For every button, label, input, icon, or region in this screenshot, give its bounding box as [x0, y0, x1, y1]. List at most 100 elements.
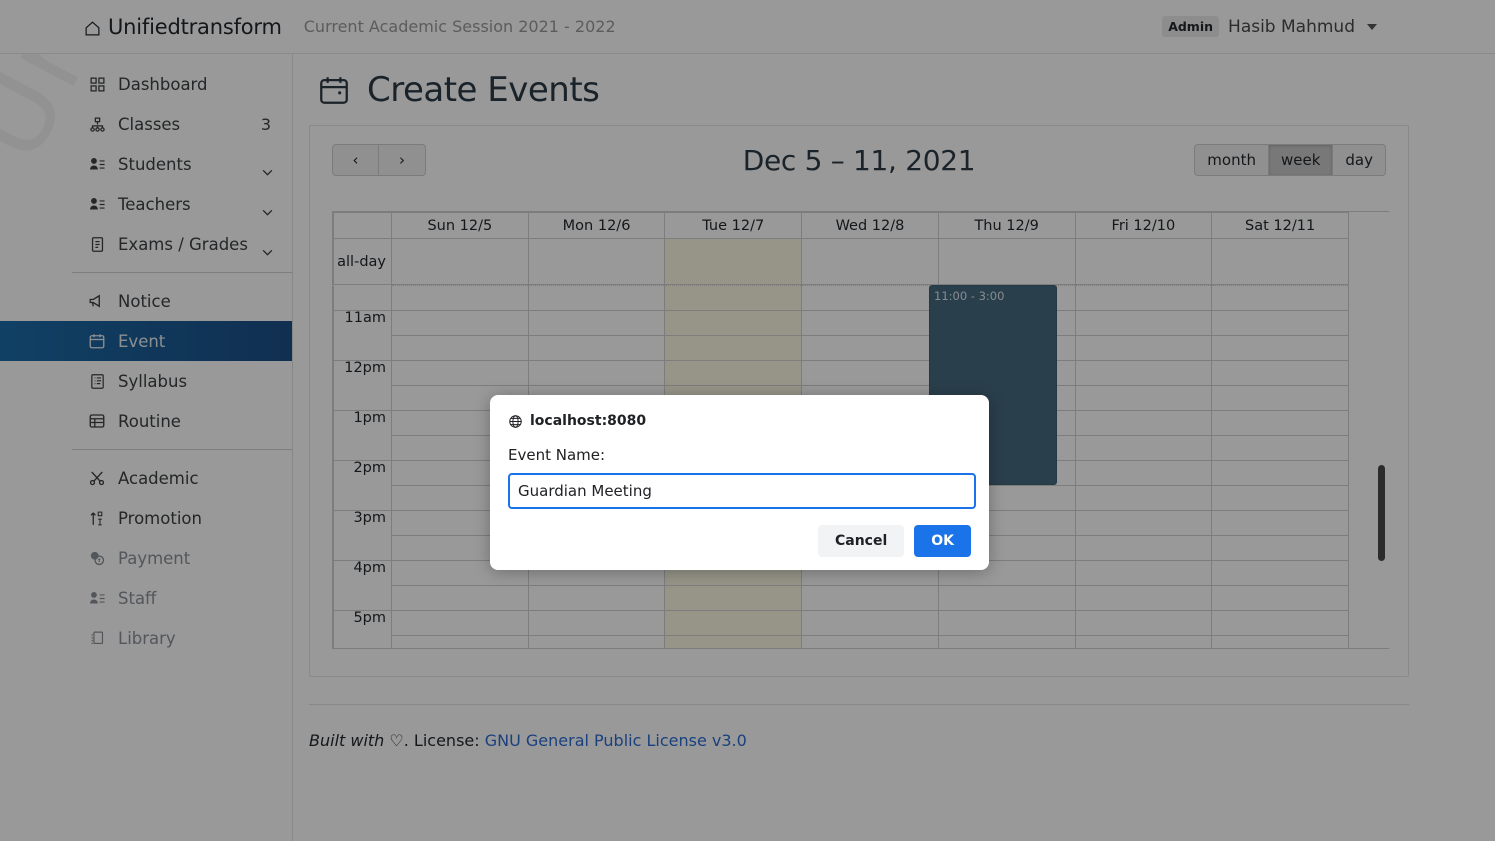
slot-cell[interactable] [1074, 285, 1213, 311]
slot-cell[interactable] [664, 585, 803, 611]
slot-cell[interactable] [527, 610, 666, 636]
slot-cell[interactable] [1074, 535, 1213, 561]
sidebar-item-notice[interactable]: Notice [0, 281, 292, 321]
navbar-user-area[interactable]: Admin Hasib Mahmud [1162, 16, 1377, 37]
slot-cell[interactable] [937, 610, 1076, 636]
slot-cell[interactable] [391, 285, 529, 311]
slot-cell[interactable] [1074, 360, 1213, 386]
slot-cell[interactable] [1211, 560, 1349, 586]
allday-cell-fri[interactable] [1074, 238, 1213, 285]
prev-period-button[interactable]: ‹ [332, 144, 379, 176]
license-link[interactable]: GNU General Public License v3.0 [485, 731, 747, 750]
slot-cell[interactable] [801, 610, 939, 636]
sidebar-item-event[interactable]: Event [0, 321, 292, 361]
slot-cell[interactable] [664, 360, 803, 386]
slot-cell[interactable] [664, 635, 803, 648]
chevron-down-icon[interactable] [262, 161, 273, 176]
slot-cell[interactable] [1074, 385, 1213, 411]
view-day-button[interactable]: day [1333, 144, 1386, 176]
slot-cell[interactable] [527, 360, 666, 386]
chevron-down-icon[interactable] [262, 241, 273, 256]
slot-cell[interactable] [1211, 310, 1349, 336]
slot-cell[interactable] [664, 335, 803, 361]
sidebar-item-students[interactable]: Students [0, 144, 292, 184]
view-week-button[interactable]: week [1268, 144, 1334, 176]
slot-cell[interactable] [1074, 435, 1213, 461]
day-header-sat[interactable]: Sat 12/11 [1211, 212, 1349, 239]
day-header-fri[interactable]: Fri 12/10 [1074, 212, 1213, 239]
allday-cell-thu[interactable] [937, 238, 1076, 285]
cancel-button[interactable]: Cancel [817, 525, 905, 557]
slot-cell[interactable] [527, 335, 666, 361]
allday-cell-sat[interactable] [1211, 238, 1349, 285]
next-period-button[interactable]: › [379, 144, 426, 176]
slot-cell[interactable] [801, 585, 939, 611]
slot-cell[interactable] [1074, 310, 1213, 336]
slot-cell[interactable] [1074, 335, 1213, 361]
day-header-mon[interactable]: Mon 12/6 [527, 212, 666, 239]
sidebar-item-routine[interactable]: Routine [0, 401, 292, 441]
slot-cell[interactable] [391, 335, 529, 361]
day-header-wed[interactable]: Wed 12/8 [801, 212, 939, 239]
slot-cell[interactable] [1211, 585, 1349, 611]
slot-cell[interactable] [1211, 510, 1349, 536]
slot-cell[interactable] [664, 285, 803, 311]
sidebar-item-promotion[interactable]: Promotion [0, 498, 292, 538]
slot-cell[interactable] [391, 310, 529, 336]
slot-cell[interactable] [527, 585, 666, 611]
calendar-scrollbar[interactable] [1374, 285, 1389, 648]
slot-cell[interactable] [1074, 460, 1213, 486]
slot-cell[interactable] [801, 310, 939, 336]
slot-cell[interactable] [1211, 285, 1349, 311]
sidebar-item-syllabus[interactable]: Syllabus [0, 361, 292, 401]
calendar-scrollbar-thumb[interactable] [1378, 465, 1385, 561]
day-header-sun[interactable]: Sun 12/5 [391, 212, 529, 239]
slot-cell[interactable] [664, 310, 803, 336]
slot-cell[interactable] [1211, 435, 1349, 461]
slot-cell[interactable] [391, 635, 529, 648]
slot-cell[interactable] [1211, 360, 1349, 386]
slot-cell[interactable] [1074, 610, 1213, 636]
slot-cell[interactable] [1211, 535, 1349, 561]
slot-cell[interactable] [1211, 610, 1349, 636]
slot-cell[interactable] [664, 610, 803, 636]
slot-cell[interactable] [1211, 485, 1349, 511]
sidebar-item-exams-grades[interactable]: Exams / Grades [0, 224, 292, 264]
brand-link[interactable]: Unifiedtransform [84, 15, 282, 39]
allday-cell-sun[interactable] [391, 238, 529, 285]
allday-cell-tue[interactable] [664, 238, 803, 285]
allday-cell-wed[interactable] [801, 238, 939, 285]
event-name-input[interactable] [508, 473, 976, 509]
sidebar-item-teachers[interactable]: Teachers [0, 184, 292, 224]
slot-cell[interactable] [801, 635, 939, 648]
slot-cell[interactable] [527, 635, 666, 648]
slot-cell[interactable] [1074, 510, 1213, 536]
slot-cell[interactable] [1211, 460, 1349, 486]
slot-cell[interactable] [1074, 410, 1213, 436]
sidebar-item-academic[interactable]: Academic [0, 458, 292, 498]
slot-cell[interactable] [801, 285, 939, 311]
slot-cell[interactable] [391, 610, 529, 636]
slot-cell[interactable] [391, 360, 529, 386]
slot-cell[interactable] [527, 310, 666, 336]
slot-cell[interactable] [1074, 560, 1213, 586]
slot-cell[interactable] [1074, 585, 1213, 611]
slot-cell[interactable] [1211, 335, 1349, 361]
sidebar-item-payment[interactable]: Payment [0, 538, 292, 578]
sidebar-item-staff[interactable]: Staff [0, 578, 292, 618]
sidebar-item-library[interactable]: Library [0, 618, 292, 658]
slot-cell[interactable] [1211, 385, 1349, 411]
slot-cell[interactable] [1074, 485, 1213, 511]
slot-cell[interactable] [801, 360, 939, 386]
chevron-down-icon[interactable] [262, 201, 273, 216]
slot-cell[interactable] [1211, 635, 1349, 648]
sidebar-item-classes[interactable]: Classes 3 [0, 104, 292, 144]
sidebar-item-dashboard[interactable]: Dashboard [0, 64, 292, 104]
chevron-down-icon[interactable] [1367, 23, 1377, 30]
slot-cell[interactable] [937, 635, 1076, 648]
slot-cell[interactable] [1074, 635, 1213, 648]
day-header-thu[interactable]: Thu 12/9 [937, 212, 1076, 239]
slot-cell[interactable] [1211, 410, 1349, 436]
slot-cell[interactable] [391, 585, 529, 611]
slot-cell[interactable] [937, 585, 1076, 611]
